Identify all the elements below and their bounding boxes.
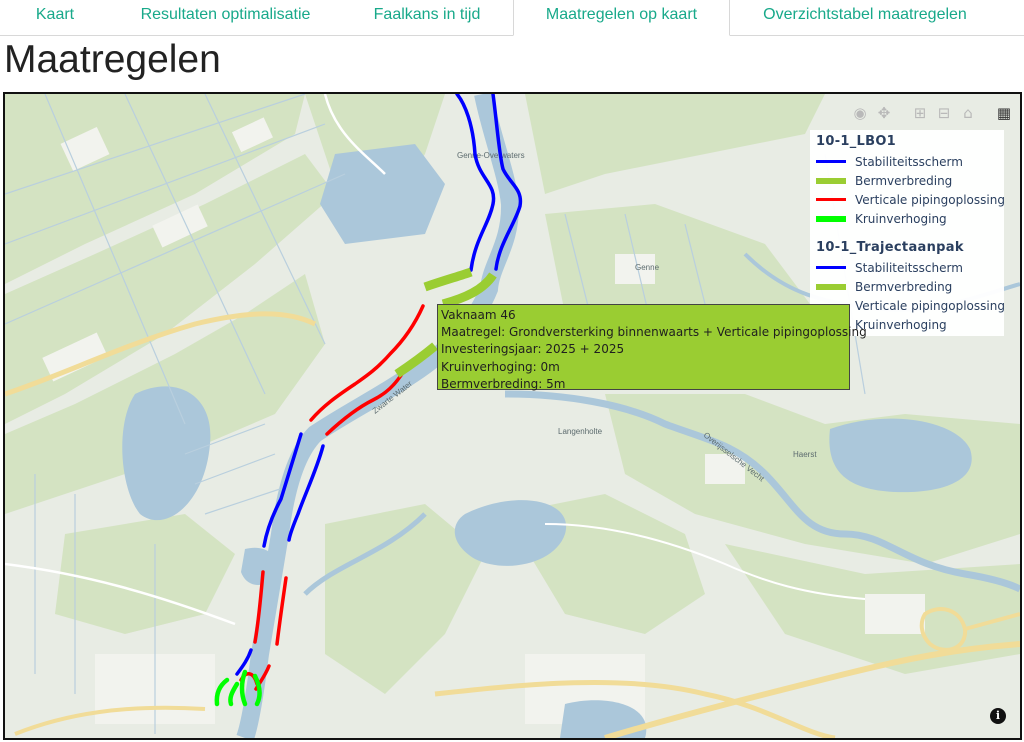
legend-item-kruinverhoging[interactable]: Kruinverhoging: [816, 209, 947, 228]
place-label-langenholte: Langenholte: [558, 427, 603, 436]
tooltip-bermverbreding: Bermverbreding: 5m: [441, 376, 566, 391]
tooltip-maatregel: Maatregel: Grondversterking binnenwaarts…: [441, 325, 867, 340]
legend-item-label: Stabiliteitsscherm: [855, 154, 963, 169]
tooltip-kruinverhoging: Kruinverhoging: 0m: [441, 359, 560, 374]
hover-tooltip: Vaknaam 46 Maatregel: Grondversterking b…: [437, 304, 867, 391]
modebar: ◉ ✥ ⊞ ⊟ ⌂ ▦: [850, 102, 1014, 124]
lake-north: [320, 144, 445, 244]
legend-swatch: [816, 198, 846, 201]
legend-item-label: Verticale pipingoplossing: [855, 298, 1005, 313]
tab-overzichtstabel-maatregelen[interactable]: Overzichtstabel maatregelen: [730, 0, 1000, 34]
legend-item-label: Bermverbreding: [855, 173, 953, 188]
place-label-genne: Genne: [635, 263, 660, 272]
legend-item-stabiliteitsscherm[interactable]: Stabiliteitsscherm: [816, 258, 963, 277]
legend-item-verticale-pipingoplossing[interactable]: Verticale pipingoplossing: [816, 190, 1005, 209]
legend-item-label: Stabiliteitsscherm: [855, 260, 963, 275]
tab-faalkans-in-tijd[interactable]: Faalkans in tijd: [341, 0, 513, 34]
place-label-haerst: Haerst: [793, 450, 817, 459]
zoom-in-icon[interactable]: ⊞: [910, 103, 930, 123]
legend-item-label: Kruinverhoging: [855, 317, 947, 332]
legend-item-label: Bermverbreding: [855, 279, 953, 294]
legend-swatch: [816, 283, 846, 290]
legend-item-label: Verticale pipingoplossing: [855, 192, 1005, 207]
pan-icon[interactable]: ✥: [874, 103, 894, 123]
page-title: Maatregelen: [4, 38, 221, 81]
tooltip-vaknaam: Vaknaam 46: [441, 308, 516, 322]
camera-icon[interactable]: ◉: [850, 103, 870, 123]
legend-item-label: Kruinverhoging: [855, 211, 947, 226]
place-label-genne-overwaters: Genne-Overwaters: [457, 151, 525, 160]
legend-item-bermverbreding[interactable]: Bermverbreding: [816, 171, 952, 190]
map[interactable]: Genne-Overwaters Genne Zwarte Water Lang…: [3, 92, 1022, 740]
legend-swatch: [816, 215, 846, 222]
tab-resultaten-optimalisatie[interactable]: Resultaten optimalisatie: [110, 0, 341, 34]
tab-maatregelen-op-kaart[interactable]: Maatregelen op kaart: [513, 0, 730, 36]
table-icon[interactable]: ▦: [994, 103, 1014, 123]
legend-swatch: [816, 177, 846, 184]
legend-swatch: [816, 160, 846, 163]
tooltip-investeringsjaar: Investeringsjaar: 2025 + 2025: [441, 342, 625, 357]
legend-item-stabiliteitsscherm[interactable]: Stabiliteitsscherm: [816, 152, 963, 171]
info-icon[interactable]: i: [990, 708, 1006, 724]
tab-bar: Kaart Resultaten optimalisatie Faalkans …: [0, 0, 1024, 36]
legend-item-bermverbreding[interactable]: Bermverbreding: [816, 277, 952, 296]
zoom-out-icon[interactable]: ⊟: [934, 103, 954, 123]
home-icon[interactable]: ⌂: [958, 103, 978, 123]
legend-group-title: 10-1_LBO1: [816, 134, 897, 149]
legend-group-title: 10-1_Trajectaanpak: [816, 240, 964, 255]
tab-kaart[interactable]: Kaart: [0, 0, 110, 34]
legend-swatch: [816, 266, 846, 269]
